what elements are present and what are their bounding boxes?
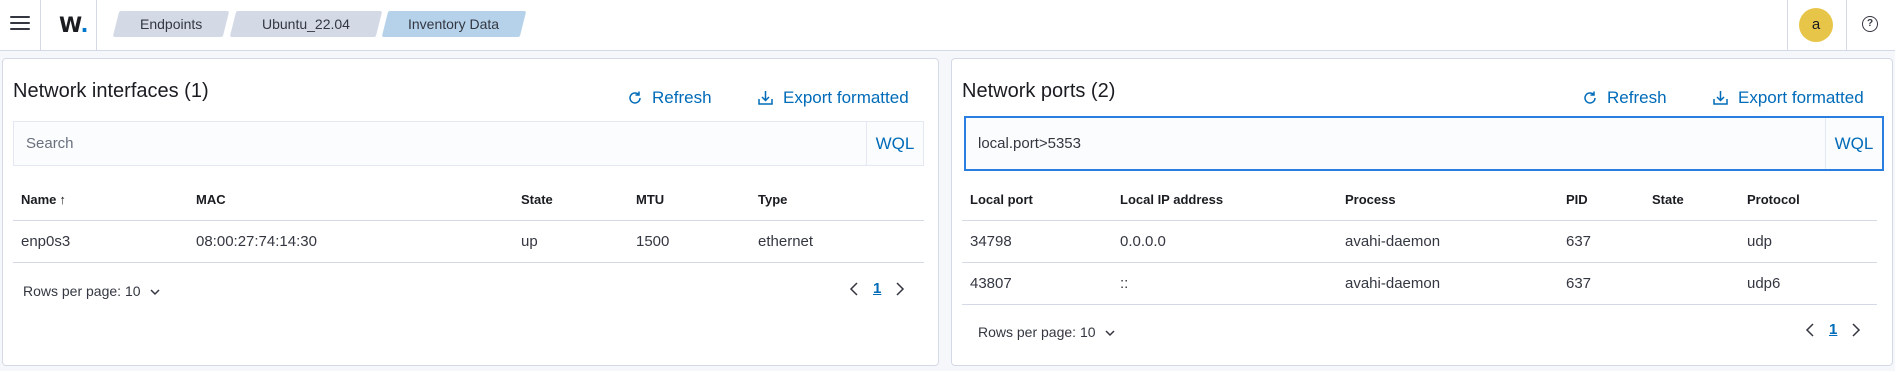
wql-button[interactable]: WQL (1825, 118, 1882, 169)
refresh-label: Refresh (652, 88, 712, 107)
chevron-down-icon (1105, 330, 1115, 337)
chevron-right-icon[interactable] (895, 281, 905, 297)
pagination: 1 (1805, 321, 1861, 338)
cell-protocol: udp6 (1739, 262, 1877, 305)
network-interfaces-panel: Network interfaces (1) Refresh Export fo… (2, 58, 939, 366)
sort-ascending-icon: ↑ (59, 192, 66, 208)
cell-name: enp0s3 (13, 220, 188, 263)
help-icon[interactable]: ? (1862, 16, 1878, 32)
header-divider (1846, 0, 1847, 51)
page-1-link[interactable]: 1 (1829, 321, 1837, 338)
cell-state: up (513, 220, 628, 263)
cell-type: ethernet (750, 220, 924, 263)
export-label: Export formatted (1738, 88, 1864, 107)
breadcrumb-endpoints[interactable]: Endpoints (112, 11, 230, 37)
cell-mac: 08:00:27:74:14:30 (188, 220, 513, 263)
cell-mtu: 1500 (628, 220, 750, 263)
header-divider (96, 0, 97, 51)
cell-local-port: 43807 (962, 262, 1112, 305)
rows-per-page-selector[interactable]: Rows per page: 10 (978, 324, 1116, 340)
refresh-button[interactable]: Refresh (1582, 88, 1667, 108)
export-icon (758, 91, 773, 105)
refresh-icon (1584, 91, 1596, 104)
column-header-state[interactable]: State (1644, 180, 1739, 221)
search-input[interactable]: Search (14, 122, 866, 165)
export-icon (1713, 91, 1728, 105)
panel-title: Network ports (2) (962, 80, 1116, 102)
menu-icon[interactable] (10, 16, 30, 34)
column-header-local-port[interactable]: Local port (962, 180, 1112, 221)
table-row[interactable]: 43807 :: avahi-daemon 637 udp6 (962, 262, 1877, 305)
wql-button[interactable]: WQL (866, 122, 923, 165)
chevron-left-icon[interactable] (849, 281, 859, 297)
ports-table: Local port Local IP address Process PID … (962, 180, 1877, 305)
column-header-protocol[interactable]: Protocol (1739, 180, 1877, 221)
cell-local-port: 34798 (962, 220, 1112, 263)
column-header-name[interactable]: Name ↑ (13, 180, 188, 221)
cell-process: avahi-daemon (1337, 220, 1558, 263)
rows-per-page-selector[interactable]: Rows per page: 10 (23, 283, 161, 299)
table-header-row: Name ↑ MAC State MTU Type (13, 180, 924, 221)
search-bar: local.port>5353 WQL (964, 116, 1884, 171)
search-bar: Search WQL (13, 121, 924, 166)
export-label: Export formatted (783, 88, 909, 107)
column-header-pid[interactable]: PID (1558, 180, 1644, 221)
column-header-mac[interactable]: MAC (188, 180, 513, 221)
table-header-row: Local port Local IP address Process PID … (962, 180, 1877, 221)
chevron-right-icon[interactable] (1851, 322, 1861, 338)
cell-pid: 637 (1558, 262, 1644, 305)
breadcrumb-inventory[interactable]: Inventory Data (381, 11, 527, 37)
header-divider (40, 0, 41, 51)
cell-state (1644, 262, 1739, 305)
search-input[interactable]: local.port>5353 (966, 118, 1825, 169)
chevron-down-icon (150, 289, 160, 296)
export-formatted-button[interactable]: Export formatted (757, 88, 909, 108)
cell-local-ip: 0.0.0.0 (1112, 220, 1337, 263)
cell-pid: 637 (1558, 220, 1644, 263)
top-header: W. Endpoints Ubuntu_22.04 Inventory Data… (0, 0, 1895, 51)
header-divider (1787, 0, 1788, 51)
column-header-mtu[interactable]: MTU (628, 180, 750, 221)
column-header-process[interactable]: Process (1337, 180, 1558, 221)
refresh-label: Refresh (1607, 88, 1667, 107)
interfaces-table: Name ↑ MAC State MTU Type enp0s3 08:00:27… (13, 180, 924, 263)
refresh-button[interactable]: Refresh (627, 88, 712, 108)
column-header-state[interactable]: State (513, 180, 628, 221)
column-header-local-ip[interactable]: Local IP address (1112, 180, 1337, 221)
pagination: 1 (849, 280, 905, 297)
network-ports-panel: Network ports (2) Refresh Export formatt… (951, 58, 1893, 366)
table-row[interactable]: enp0s3 08:00:27:74:14:30 up 1500 etherne… (13, 220, 924, 263)
cell-state (1644, 220, 1739, 263)
app-logo[interactable]: W. (59, 13, 88, 37)
panel-title: Network interfaces (1) (13, 80, 209, 102)
user-avatar[interactable]: a (1799, 8, 1833, 42)
cell-process: avahi-daemon (1337, 262, 1558, 305)
cell-local-ip: :: (1112, 262, 1337, 305)
export-formatted-button[interactable]: Export formatted (1712, 88, 1864, 108)
cell-protocol: udp (1739, 220, 1877, 263)
table-row[interactable]: 34798 0.0.0.0 avahi-daemon 637 udp (962, 220, 1877, 263)
page-1-link[interactable]: 1 (873, 280, 881, 297)
refresh-icon (629, 91, 641, 104)
column-header-type[interactable]: Type (750, 180, 924, 221)
breadcrumb-agent[interactable]: Ubuntu_22.04 (229, 11, 383, 37)
chevron-left-icon[interactable] (1805, 322, 1815, 338)
